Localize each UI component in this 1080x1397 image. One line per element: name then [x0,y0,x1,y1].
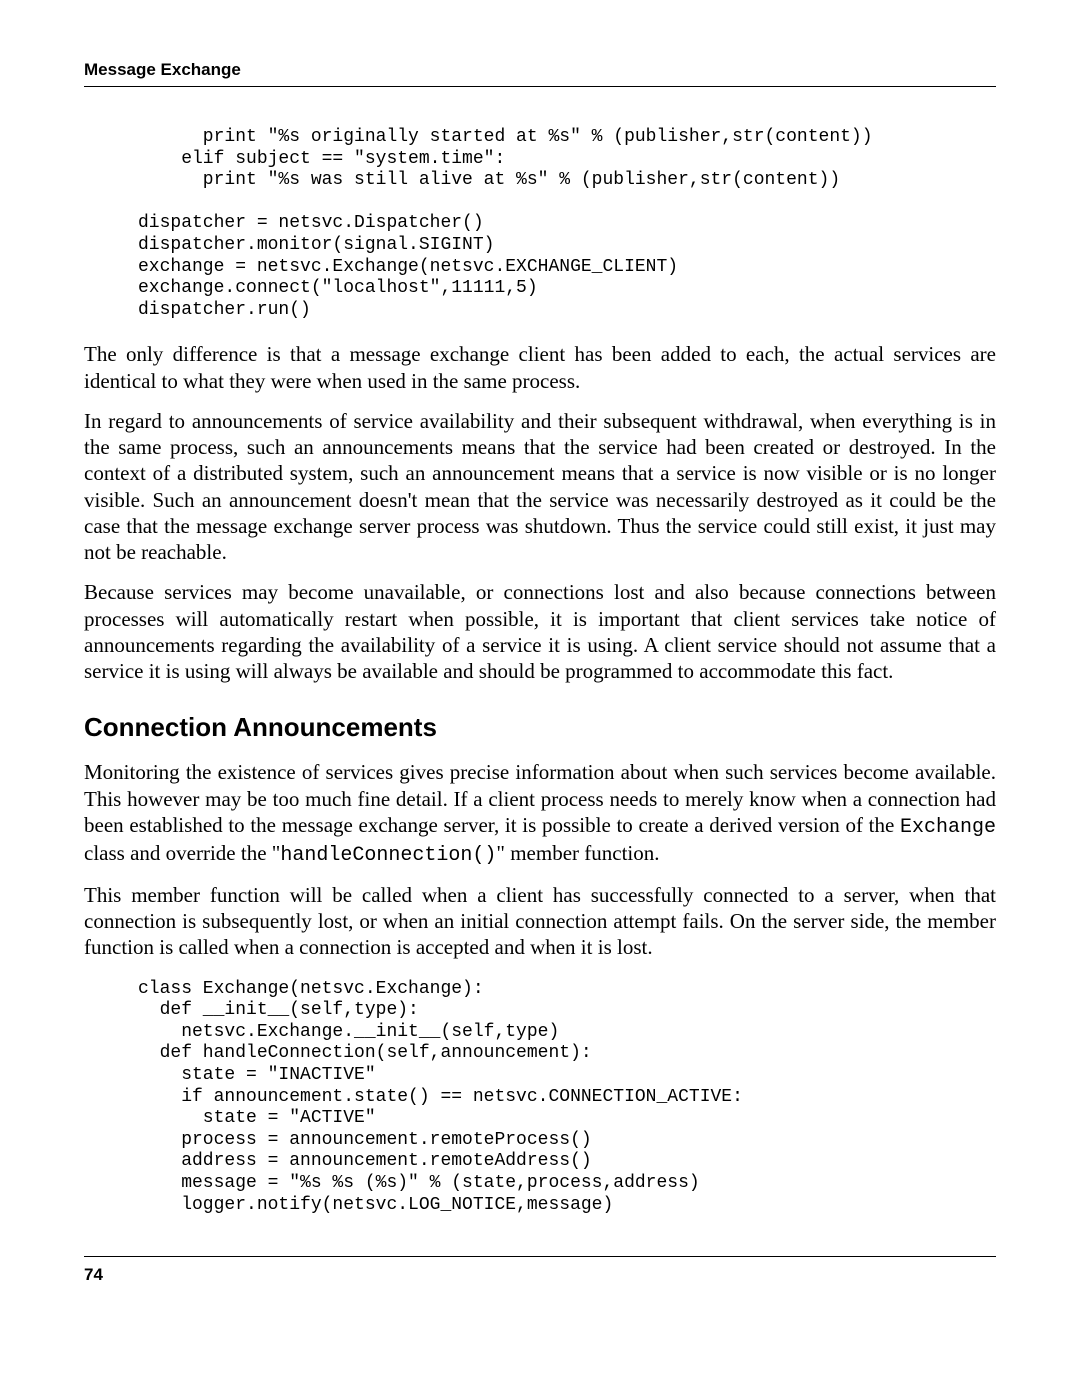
footer-rule [84,1256,996,1257]
paragraph-4-text-b: class and override the " [84,841,280,865]
page-container: Message Exchange print "%s originally st… [0,0,1080,1397]
code-block-1: print "%s originally started at %s" % (p… [138,127,996,321]
inline-code-exchange: Exchange [900,816,996,839]
paragraph-2: In regard to announcements of service av… [84,408,996,566]
running-header: Message Exchange [84,60,996,80]
paragraph-4-text-a: Monitoring the existence of services giv… [84,760,996,837]
section-heading: Connection Announcements [84,712,996,743]
inline-code-handleconnection: handleConnection() [280,844,496,867]
paragraph-4: Monitoring the existence of services giv… [84,759,996,868]
paragraph-5: This member function will be called when… [84,882,996,961]
paragraph-1: The only difference is that a message ex… [84,341,996,394]
code-block-2: class Exchange(netsvc.Exchange): def __i… [138,979,996,1217]
header-rule [84,86,996,87]
paragraph-3: Because services may become unavailable,… [84,579,996,684]
page-number: 74 [84,1265,996,1285]
paragraph-4-text-c: " member function. [496,841,659,865]
